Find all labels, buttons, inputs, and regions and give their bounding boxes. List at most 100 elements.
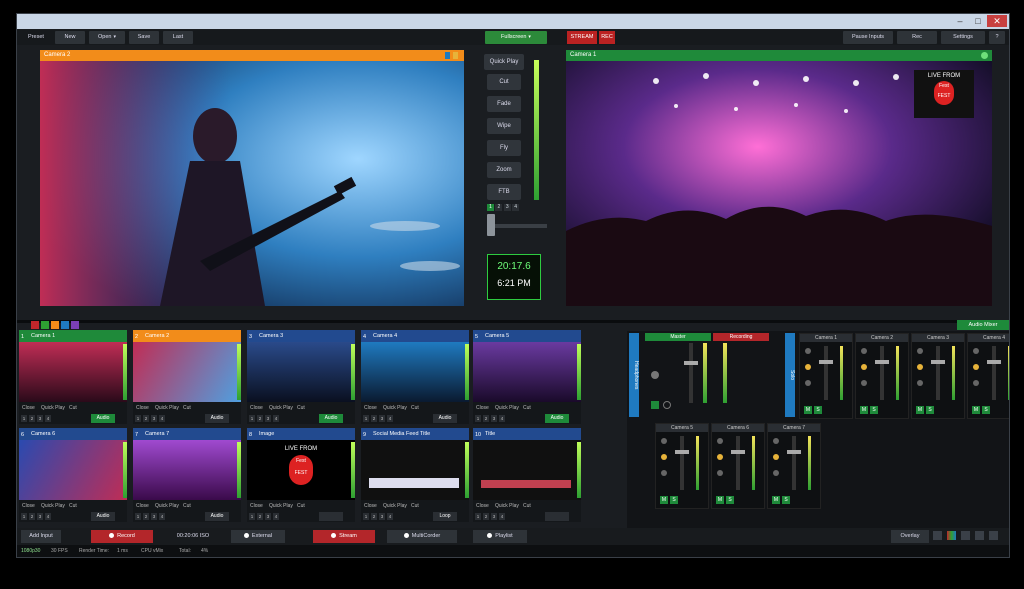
tile-close-button[interactable]: Close	[364, 405, 377, 411]
external-button[interactable]: External	[231, 530, 285, 543]
strip-fader[interactable]	[787, 450, 801, 454]
tile-quick-play-button[interactable]: Quick Play	[495, 405, 519, 411]
fade-button[interactable]: Fade	[487, 96, 521, 112]
tile-preview[interactable]	[19, 440, 127, 500]
strip-solo-icon[interactable]: S	[982, 406, 990, 414]
strip-mute-icon[interactable]: M	[772, 496, 780, 504]
tile-overlay-2[interactable]: 2	[257, 513, 263, 520]
quick-play-button[interactable]: Quick Play	[484, 54, 524, 70]
tile-overlay-1[interactable]: 1	[475, 415, 481, 422]
master-mute-icon[interactable]	[651, 401, 659, 409]
swatch-purple[interactable]	[71, 321, 79, 329]
strip-solo-icon[interactable]: S	[814, 406, 822, 414]
tile-audio-button[interactable]: Audio	[433, 414, 457, 423]
tile-header[interactable]: 10 Title	[473, 428, 581, 440]
open-button[interactable]: Open	[89, 31, 125, 44]
save-button[interactable]: Save	[129, 31, 159, 44]
swatch-red[interactable]	[31, 321, 39, 329]
strip-bus-icon[interactable]	[917, 364, 923, 370]
strip-pan-icon[interactable]	[717, 470, 723, 476]
tile-close-button[interactable]: Close	[136, 503, 149, 509]
tile-close-button[interactable]: Close	[250, 503, 263, 509]
tile-overlay-1[interactable]: 1	[475, 513, 481, 520]
tile-header[interactable]: 3 Camera 3	[247, 330, 355, 342]
tile-preview[interactable]	[361, 342, 469, 402]
tile-audio-button[interactable]: Audio	[91, 512, 115, 521]
last-button[interactable]: Last	[163, 31, 193, 44]
tile-header[interactable]: 6 Camera 6	[19, 428, 127, 440]
rec-button[interactable]: Rec	[897, 31, 937, 44]
tile-quick-play-button[interactable]: Quick Play	[269, 503, 293, 509]
tile-overlay-3[interactable]: 3	[151, 415, 157, 422]
strip-fader[interactable]	[875, 360, 889, 364]
strip-mute-icon[interactable]: M	[804, 406, 812, 414]
tile-quick-play-button[interactable]: Quick Play	[269, 405, 293, 411]
ftb-button[interactable]: FTB	[487, 184, 521, 200]
input-tile-7[interactable]: 7 Camera 7 Close Quick Play Cut 1 2 3 4 A…	[133, 428, 241, 522]
tile-overlay-1[interactable]: 1	[249, 513, 255, 520]
tile-quick-play-button[interactable]: Quick Play	[383, 503, 407, 509]
tile-overlay-2[interactable]: 2	[29, 513, 35, 520]
tile-close-button[interactable]: Close	[22, 503, 35, 509]
strip-mute-icon[interactable]: M	[972, 406, 980, 414]
tile-overlay-4[interactable]: 4	[499, 513, 505, 520]
add-input-button[interactable]: Add Input	[21, 530, 61, 543]
strip-fader[interactable]	[987, 360, 1001, 364]
tile-overlay-3[interactable]: 3	[491, 415, 497, 422]
tile-audio-button[interactable]: Audio	[545, 414, 569, 423]
new-button[interactable]: New	[55, 31, 85, 44]
tile-header[interactable]: 4 Camera 4	[361, 330, 469, 342]
tile-quick-play-button[interactable]: Quick Play	[41, 503, 65, 509]
preview-icon-b[interactable]	[453, 52, 458, 59]
strip-knob[interactable]	[773, 438, 779, 444]
tile-overlay-1[interactable]: 1	[21, 415, 27, 422]
strip-pan-icon[interactable]	[917, 380, 923, 386]
tile-overlay-2[interactable]: 2	[257, 415, 263, 422]
tile-overlay-1[interactable]: 1	[363, 513, 369, 520]
strip-fader[interactable]	[675, 450, 689, 454]
zoom-button[interactable]: Zoom	[487, 162, 521, 178]
tile-overlay-1[interactable]: 1	[363, 415, 369, 422]
tile-close-button[interactable]: Close	[476, 503, 489, 509]
tile-cut-button[interactable]: Cut	[523, 503, 531, 509]
strip-mute-icon[interactable]: M	[860, 406, 868, 414]
strip-pan-icon[interactable]	[661, 470, 667, 476]
input-tile-2[interactable]: 2 Camera 2 Close Quick Play Cut 1 2 3 4 A…	[133, 330, 241, 424]
layout-grid-icon[interactable]	[933, 531, 942, 540]
tile-quick-play-button[interactable]: Quick Play	[41, 405, 65, 411]
tile-audio-button[interactable]: Audio	[205, 414, 229, 423]
tile-header[interactable]: 9 Social Media Feed Title	[361, 428, 469, 440]
tile-close-button[interactable]: Close	[476, 405, 489, 411]
tile-header[interactable]: 8 Image	[247, 428, 355, 440]
headphones-icon[interactable]	[663, 401, 671, 409]
strip-pan-icon[interactable]	[861, 380, 867, 386]
fly-button[interactable]: Fly	[487, 140, 521, 156]
tile-cut-button[interactable]: Cut	[411, 405, 419, 411]
preview-panel[interactable]: Camera 2	[40, 50, 464, 306]
input-tile-8[interactable]: 8 Image LIVE FROM Fest FEST Close Quick Pla…	[247, 428, 355, 522]
strip-fader[interactable]	[931, 360, 945, 364]
tile-cut-button[interactable]: Cut	[297, 503, 305, 509]
preview-icon-a[interactable]	[445, 52, 450, 59]
fullscreen-icon[interactable]	[989, 531, 998, 540]
stream-badge[interactable]: STREAM	[567, 31, 597, 44]
view-icon[interactable]	[961, 531, 970, 540]
tile-quick-play-button[interactable]: Quick Play	[155, 503, 179, 509]
strip-solo-icon[interactable]: S	[870, 406, 878, 414]
tile-close-button[interactable]: Close	[22, 405, 35, 411]
record-button[interactable]: Record	[91, 530, 153, 543]
strip-knob[interactable]	[917, 348, 923, 354]
tile-cut-button[interactable]: Cut	[523, 405, 531, 411]
maximize-icon[interactable]: □	[971, 15, 985, 27]
strip-solo-icon[interactable]: S	[670, 496, 678, 504]
help-button[interactable]: ?	[989, 31, 1005, 44]
tile-header[interactable]: 1 Camera 1	[19, 330, 127, 342]
tile-cut-button[interactable]: Cut	[183, 503, 191, 509]
t-bar-handle[interactable]	[487, 214, 495, 236]
swatch-blue[interactable]	[61, 321, 69, 329]
strip-knob[interactable]	[717, 438, 723, 444]
master-fader[interactable]	[684, 361, 698, 365]
tile-overlay-4[interactable]: 4	[273, 513, 279, 520]
tile-preview[interactable]	[133, 440, 241, 500]
strip-bus-icon[interactable]	[773, 454, 779, 460]
